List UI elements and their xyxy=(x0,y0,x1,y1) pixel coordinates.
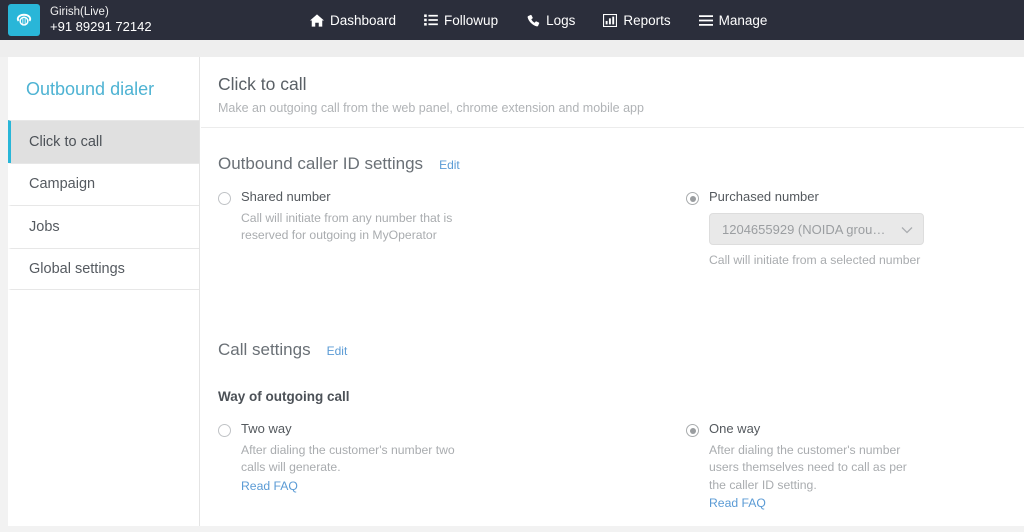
telephone-icon xyxy=(8,4,40,36)
way-of-outgoing-call-heading: Way of outgoing call xyxy=(218,389,350,404)
sidebar: Outbound dialer Click to call Campaign J… xyxy=(8,57,200,526)
list-icon xyxy=(424,13,438,27)
page-title: Click to call xyxy=(218,74,307,94)
home-icon xyxy=(310,13,324,27)
nav-item-reports-label: Reports xyxy=(623,12,671,28)
call-settings-section-header: Call settings Edit xyxy=(218,340,1024,360)
one-way-read-faq-link[interactable]: Read FAQ xyxy=(709,496,766,510)
nav-item-dashboard-label: Dashboard xyxy=(330,12,397,28)
caller-id-section: Outbound caller ID settings Edit Shared … xyxy=(201,154,1024,300)
chart-icon xyxy=(603,13,618,27)
sidebar-item-global-settings[interactable]: Global settings xyxy=(8,247,199,290)
option-two-way: Two way After dialing the customer's num… xyxy=(218,421,548,495)
option-purchased-number-description: Call will initiate from a selected numbe… xyxy=(709,253,921,267)
radio-one-way[interactable] xyxy=(686,424,699,437)
chevron-down-icon xyxy=(901,222,913,237)
sidebar-item-click-to-call-label: Click to call xyxy=(29,133,103,150)
page-body: Outbound dialer Click to call Campaign J… xyxy=(0,57,1024,526)
sidebar-title: Outbound dialer xyxy=(26,79,155,99)
header-spacer xyxy=(0,40,1024,57)
nav-item-manage[interactable]: Manage xyxy=(698,12,768,28)
call-settings-edit-link[interactable]: Edit xyxy=(327,344,348,358)
option-two-way-label: Two way xyxy=(241,421,292,436)
main-content: Click to call Make an outgoing call from… xyxy=(201,57,1024,526)
option-purchased-number: Purchased number 1204655929 (NOIDA group… xyxy=(686,189,1016,269)
header-divider xyxy=(201,127,1024,128)
option-one-way: One way After dialing the customer's num… xyxy=(686,421,1016,512)
radio-shared-number[interactable] xyxy=(218,192,231,205)
two-way-read-faq-link[interactable]: Read FAQ xyxy=(241,479,298,493)
option-purchased-number-label: Purchased number xyxy=(709,189,819,204)
hamburger-icon xyxy=(698,13,713,27)
nav-item-manage-label: Manage xyxy=(718,12,768,28)
content-header: Click to call Make an outgoing call from… xyxy=(201,57,1024,115)
account-name: Girish(Live) xyxy=(50,5,109,18)
purchased-number-select[interactable]: 1204655929 (NOIDA group-2... xyxy=(709,213,924,245)
radio-two-way[interactable] xyxy=(218,424,231,437)
caller-id-section-title: Outbound caller ID settings xyxy=(218,154,424,173)
nav-item-logs-label: Logs xyxy=(546,12,576,28)
page-subtitle: Make an outgoing call from the web panel… xyxy=(218,101,644,115)
call-way-options: Two way After dialing the customer's num… xyxy=(218,421,1024,532)
nav-item-dashboard[interactable]: Dashboard xyxy=(310,13,396,28)
call-settings-section: Call settings Edit Way of outgoing call … xyxy=(201,340,1024,532)
nav-item-reports[interactable]: Reports xyxy=(603,12,671,28)
option-two-way-description: After dialing the customer's number two … xyxy=(241,443,455,475)
nav-item-logs[interactable]: Logs xyxy=(526,13,575,28)
option-one-way-label: One way xyxy=(709,421,761,436)
left-gutter xyxy=(0,57,8,526)
caller-id-section-header: Outbound caller ID settings Edit xyxy=(218,154,1024,174)
option-shared-number: Shared number Call will initiate from an… xyxy=(218,189,548,245)
sidebar-item-click-to-call[interactable]: Click to call xyxy=(8,120,199,163)
top-navbar: Girish(Live) +91 89291 72142 Dashboard F… xyxy=(0,0,1024,40)
radio-purchased-number[interactable] xyxy=(686,192,699,205)
caller-id-edit-link[interactable]: Edit xyxy=(439,158,460,172)
sidebar-item-global-settings-label: Global settings xyxy=(29,260,125,277)
sidebar-item-jobs-label: Jobs xyxy=(29,218,60,235)
sidebar-item-jobs[interactable]: Jobs xyxy=(8,205,199,248)
account-phone: +91 89291 72142 xyxy=(50,19,152,35)
nav-item-followup-label: Followup xyxy=(444,12,499,28)
phone-icon xyxy=(526,13,540,27)
option-one-way-description: After dialing the customer's number user… xyxy=(709,443,907,492)
caller-id-options: Shared number Call will initiate from an… xyxy=(218,189,1024,300)
option-shared-number-description: Call will initiate from any number that … xyxy=(241,211,453,243)
sidebar-item-campaign[interactable]: Campaign xyxy=(8,162,199,205)
purchased-number-select-value: 1204655929 (NOIDA group-2... xyxy=(722,221,892,237)
nav-links: Dashboard Followup Logs Reports Manage xyxy=(310,0,767,40)
nav-item-followup[interactable]: Followup xyxy=(424,13,498,28)
brand[interactable]: Girish(Live) +91 89291 72142 xyxy=(0,4,152,36)
sidebar-item-campaign-label: Campaign xyxy=(29,176,96,193)
option-shared-number-label: Shared number xyxy=(241,189,331,204)
call-settings-section-title: Call settings xyxy=(218,340,311,359)
